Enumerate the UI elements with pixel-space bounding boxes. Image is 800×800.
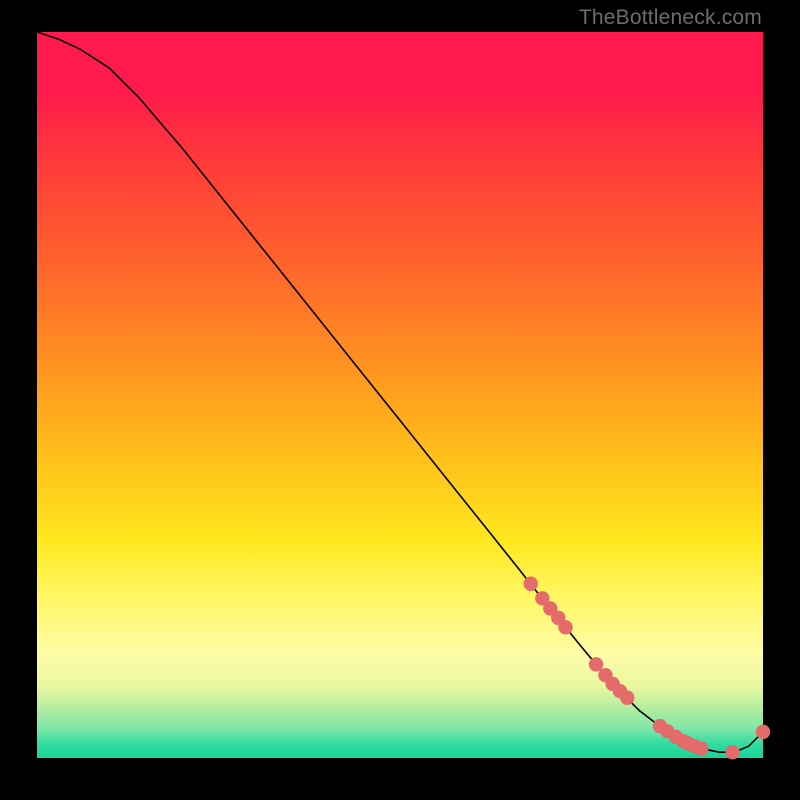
watermark-text: TheBottleneck.com (579, 6, 762, 30)
data-curve (37, 32, 763, 752)
data-marker (620, 691, 634, 705)
plot-area (37, 32, 763, 758)
data-markers (523, 577, 770, 760)
data-marker (558, 620, 572, 634)
chart-svg (37, 32, 763, 758)
data-marker (725, 745, 739, 759)
data-marker (694, 741, 708, 755)
chart-stage: TheBottleneck.com (0, 0, 800, 800)
data-marker (523, 577, 537, 591)
data-marker (589, 657, 603, 671)
data-marker (756, 725, 770, 739)
